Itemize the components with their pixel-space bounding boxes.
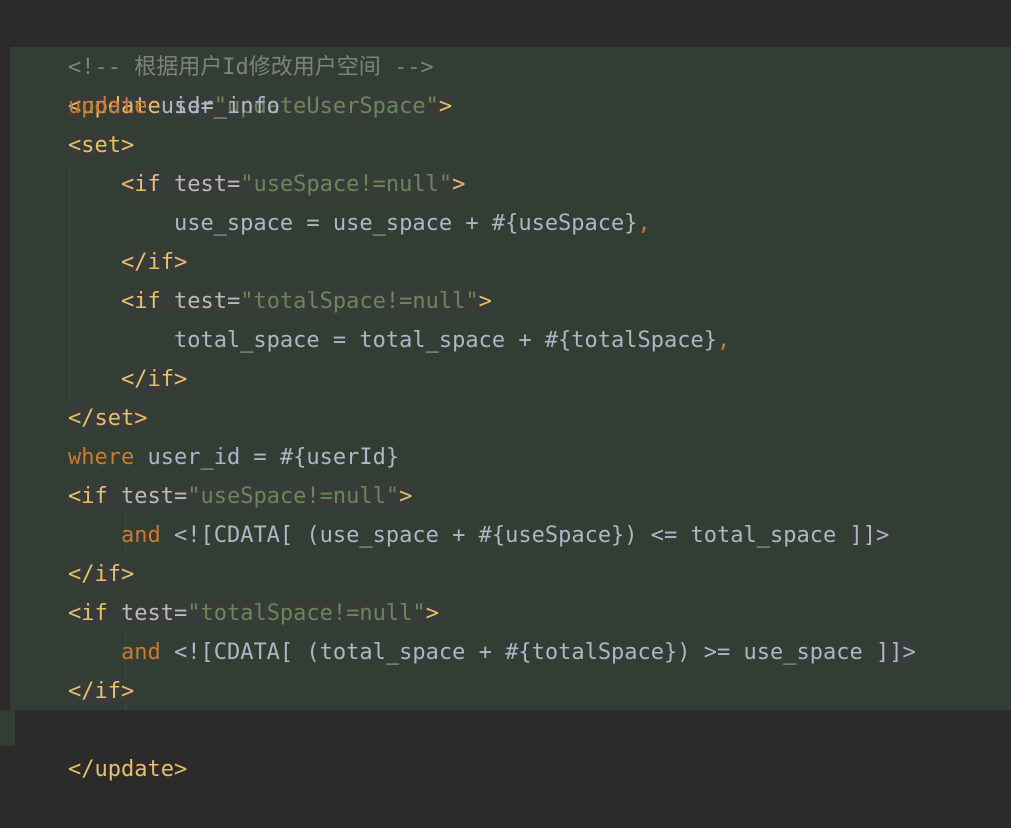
test-attribute: test [120, 484, 174, 509]
test-attribute: test [120, 601, 174, 626]
set-open-tag: <set> [67, 133, 135, 158]
code-line[interactable]: </if> [15, 672, 135, 711]
test-value: "totalSpace!=null" [240, 289, 479, 314]
code-line[interactable]: </if> [15, 360, 188, 399]
if-open-tag: <if [120, 289, 161, 314]
comma: , [717, 328, 731, 353]
code-line[interactable]: where user_id = #{userId} [15, 438, 399, 477]
table-name: user_info [160, 94, 280, 119]
code-line[interactable]: <if test="useSpace!=null"> [15, 165, 466, 204]
code-line[interactable]: <if test="useSpace!=null"> [15, 477, 413, 516]
test-value: "totalSpace!=null" [187, 601, 426, 626]
if-close-tag: </if> [120, 250, 188, 275]
equals-sign: = [226, 172, 241, 197]
if-open-tag: <if [67, 601, 108, 626]
keyword-and: and [120, 523, 161, 548]
keyword-and: and [120, 640, 161, 665]
tag-close: > [425, 601, 439, 626]
tag-close: > [438, 94, 453, 119]
equals-sign: = [173, 601, 188, 626]
code-editor[interactable]: <!-- 根据用户Id修改用户空间 --> <update id="update… [0, 0, 1011, 782]
code-line[interactable]: total_space = total_space + #{totalSpace… [15, 321, 730, 360]
if-close-tag: </if> [67, 562, 135, 587]
cdata-end: ]]> [875, 640, 916, 665]
keyword-update: update [67, 94, 148, 119]
gutter-dark-strip [0, 47, 10, 710]
tag-close: > [399, 484, 413, 509]
code-line[interactable]: <if test="totalSpace!=null"> [15, 282, 492, 321]
code-line[interactable]: use_space = use_space + #{useSpace}, [15, 204, 651, 243]
code-line[interactable]: <!-- 根据用户Id修改用户空间 --> [15, 9, 434, 80]
code-line[interactable]: <if test="totalSpace!=null"> [15, 594, 439, 633]
set-close-tag: </set> [67, 406, 148, 431]
comma: , [637, 211, 651, 236]
sql-assignment: use_space = use_space + #{useSpace} [173, 211, 638, 236]
test-attribute: test [173, 172, 227, 197]
if-close-tag: </if> [67, 679, 135, 704]
code-line[interactable]: <update id="updateUserSpace"> [15, 48, 453, 119]
code-line[interactable]: </if> [15, 243, 188, 282]
if-open-tag: <if [67, 484, 108, 509]
keyword-where: where [67, 445, 135, 470]
cdata-condition: <![CDATA[ (total_space + #{totalSpace}) … [173, 640, 876, 665]
sql-assignment: total_space = total_space + #{totalSpace… [173, 328, 718, 353]
code-line[interactable]: and <![CDATA[ (use_space + #{useSpace}) … [15, 516, 890, 555]
cdata-end: ]]> [849, 523, 890, 548]
equals-sign: = [173, 484, 188, 509]
code-line[interactable]: and <![CDATA[ (total_space + #{totalSpac… [15, 633, 916, 672]
if-close-tag: </if> [120, 367, 188, 392]
code-line[interactable]: </update> [15, 711, 187, 782]
code-line[interactable]: <set> [15, 126, 135, 165]
update-close-tag: </update> [67, 757, 188, 782]
code-line[interactable]: </if> [15, 555, 135, 594]
equals-sign: = [226, 289, 241, 314]
update-close-highlight [0, 710, 15, 746]
test-value: "useSpace!=null" [240, 172, 453, 197]
where-clause: user_id = #{userId} [147, 445, 400, 470]
test-value: "useSpace!=null" [187, 484, 400, 509]
test-attribute: test [173, 289, 227, 314]
cdata-condition: <![CDATA[ (use_space + #{useSpace}) <= t… [173, 523, 850, 548]
tag-close: > [452, 172, 466, 197]
code-line[interactable]: </set> [15, 399, 148, 438]
if-open-tag: <if [120, 172, 161, 197]
tag-close: > [478, 289, 492, 314]
code-line[interactable]: update user_info [15, 87, 280, 126]
